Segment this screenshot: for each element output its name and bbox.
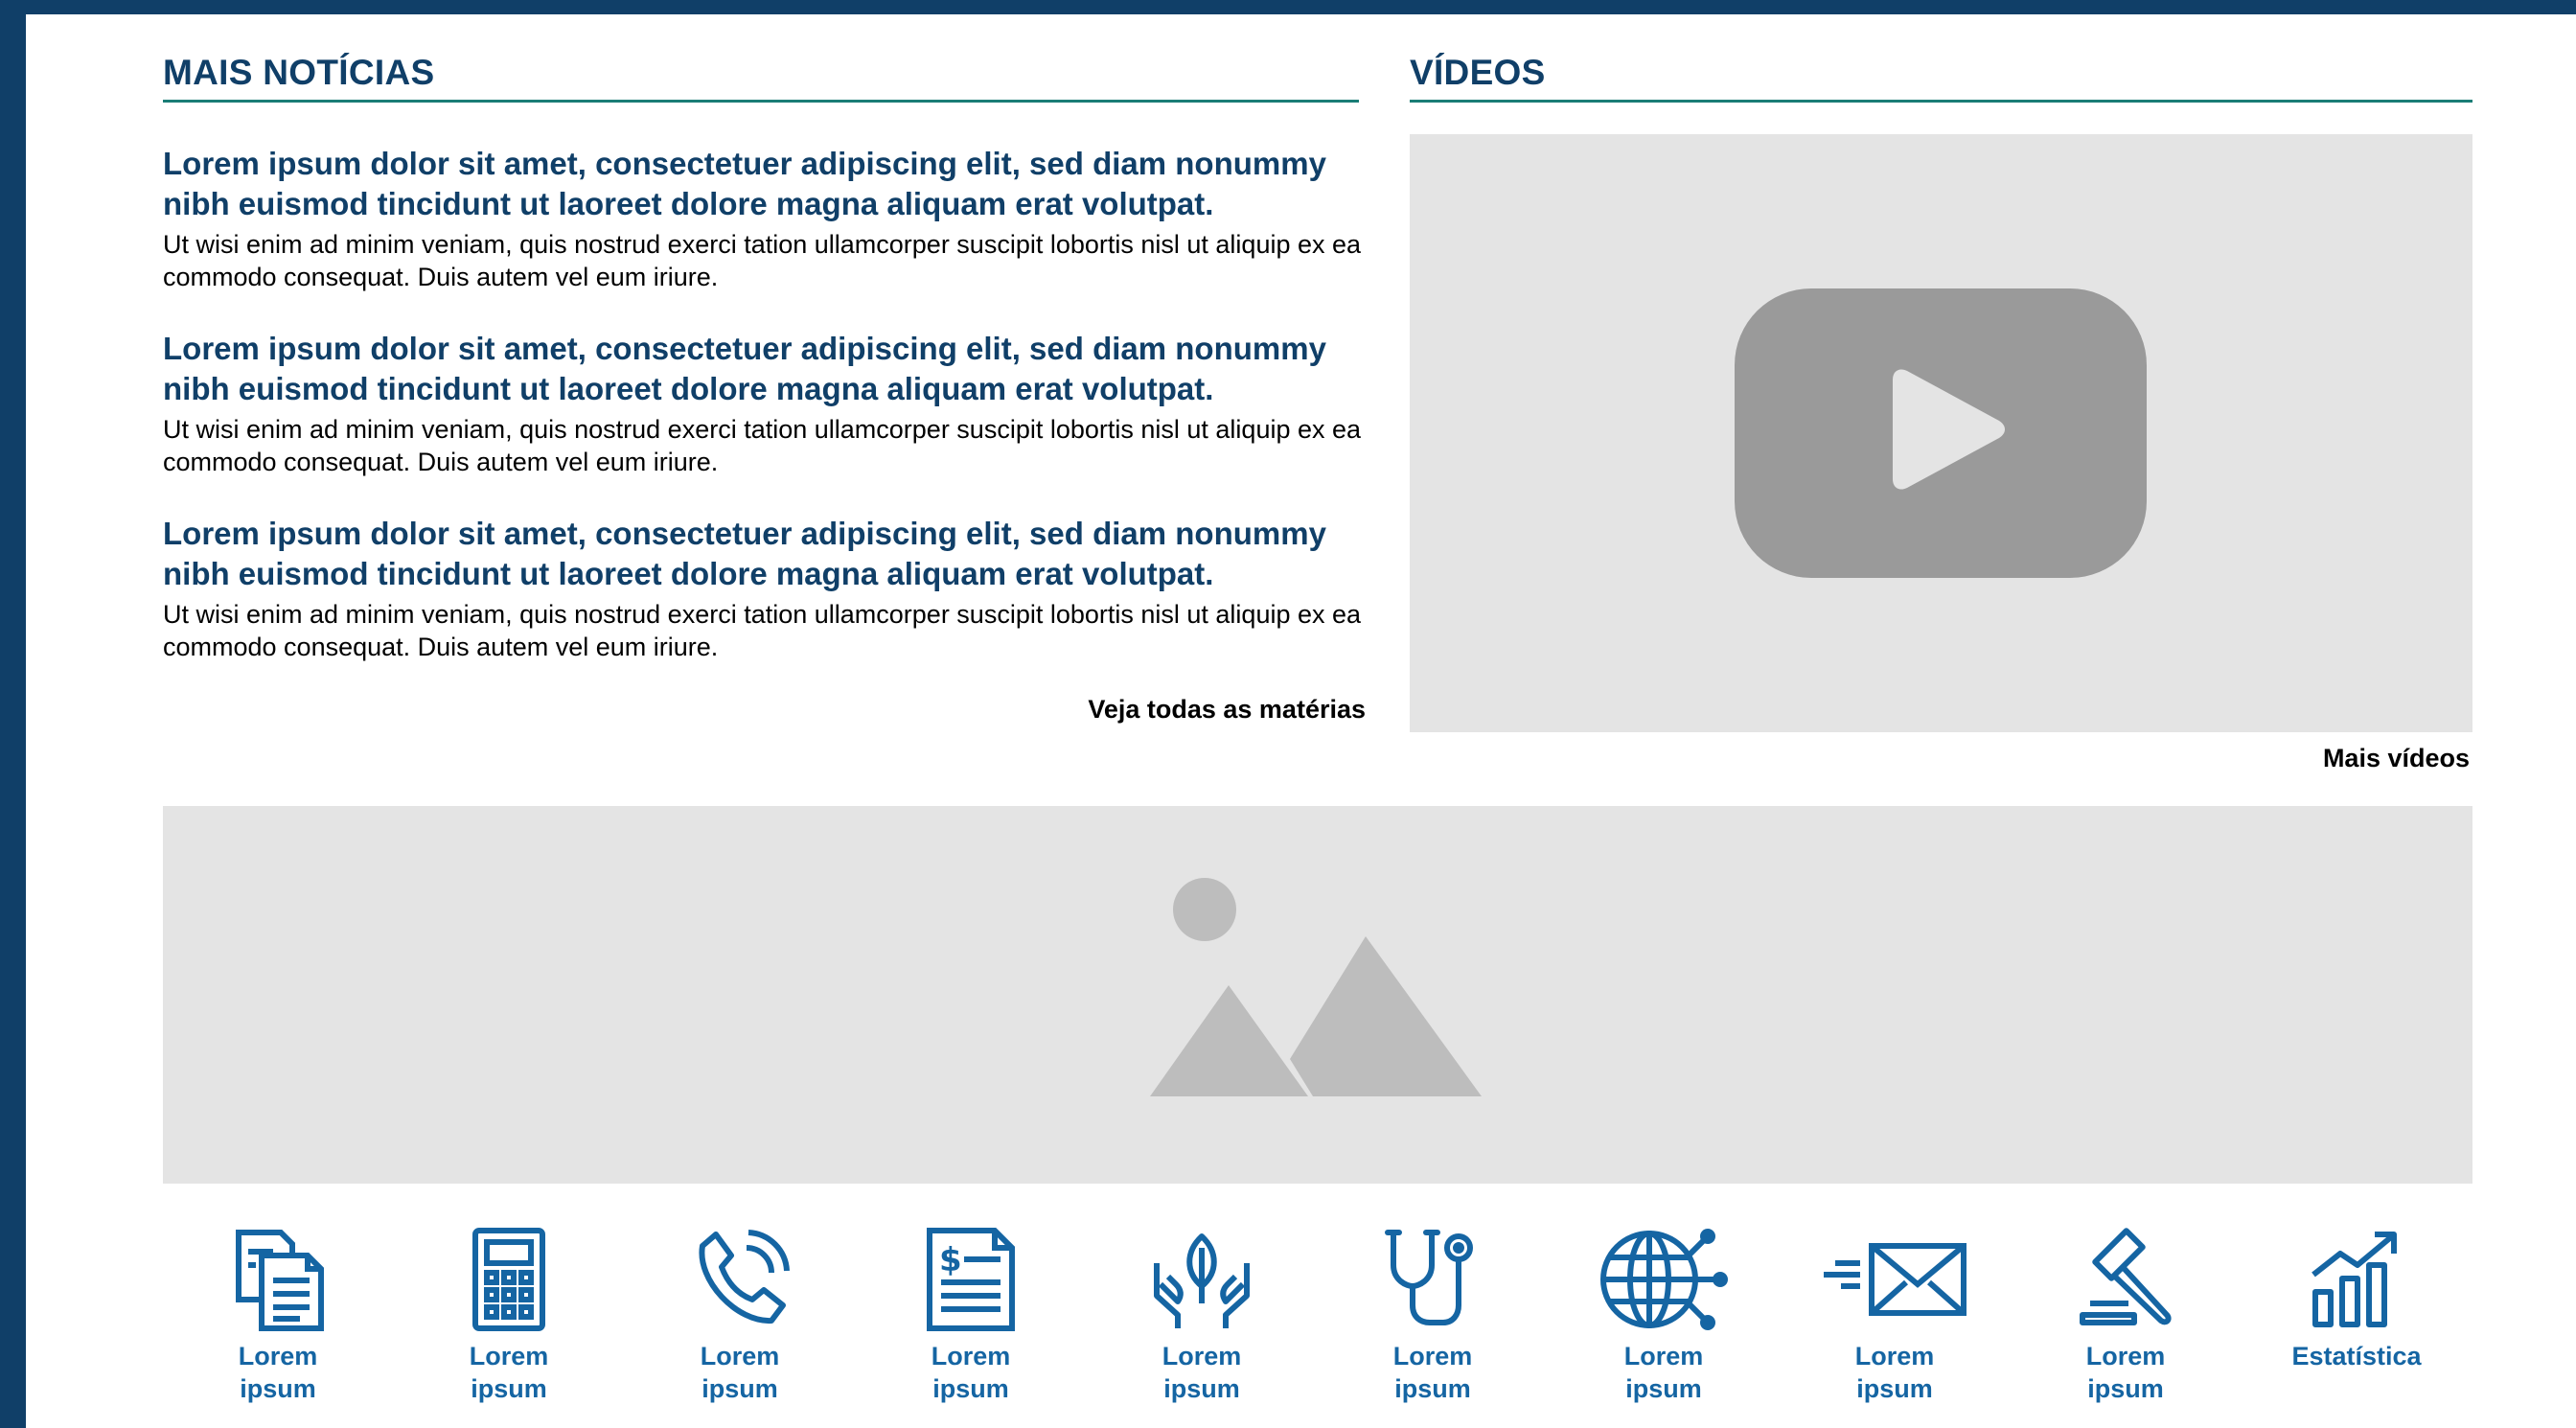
news-summary: Ut wisi enim ad minim veniam, quis nostr…: [163, 415, 1362, 476]
news-item[interactable]: Lorem ipsum dolor sit amet, consectetuer…: [163, 329, 1375, 478]
globe-network-icon: [1600, 1229, 1728, 1330]
more-videos-link[interactable]: Mais vídeos: [2323, 744, 2470, 773]
quick-link-2[interactable]: Lorem ipsum: [394, 1227, 624, 1405]
news-headline[interactable]: Lorem ipsum dolor sit amet, consectetuer…: [163, 329, 1375, 409]
news-section-rule: [163, 100, 1359, 103]
quick-link-6[interactable]: Lorem ipsum: [1318, 1227, 1548, 1405]
quick-link-label: Lorem ipsum: [700, 1342, 780, 1403]
documents-icon: [236, 1230, 324, 1331]
videos-section-rule: [1410, 100, 2472, 103]
news-item[interactable]: Lorem ipsum dolor sit amet, consectetuer…: [163, 514, 1375, 663]
phone-icon: [699, 1230, 790, 1324]
left-frame-bar: [0, 0, 26, 1428]
quick-link-3[interactable]: Lorem ipsum: [625, 1227, 855, 1405]
quick-link-7[interactable]: Lorem ipsum: [1549, 1227, 1779, 1405]
news-item[interactable]: Lorem ipsum dolor sit amet, consectetuer…: [163, 144, 1375, 293]
quick-link-label: Lorem ipsum: [1854, 1342, 1935, 1403]
quick-link-label: Lorem ipsum: [1162, 1342, 1242, 1403]
calculator-icon: [472, 1228, 545, 1331]
quick-link-9[interactable]: Lorem ipsum: [2011, 1227, 2241, 1405]
news-headline[interactable]: Lorem ipsum dolor sit amet, consectetuer…: [163, 144, 1375, 224]
video-player-placeholder[interactable]: [1410, 134, 2472, 732]
news-section-title: MAIS NOTÍCIAS: [163, 53, 435, 92]
all-news-link[interactable]: Veja todas as matérias: [1088, 695, 1366, 725]
chart-growth-icon: [2312, 1232, 2397, 1327]
mail-send-icon: [1824, 1243, 1966, 1316]
svg-text:$: $: [939, 1241, 962, 1279]
videos-section-title: VÍDEOS: [1410, 53, 1546, 92]
quick-link-label: Lorem ipsum: [2085, 1342, 2166, 1403]
quick-link-label: Lorem ipsum: [469, 1342, 549, 1403]
quick-link-1[interactable]: Lorem ipsum: [163, 1227, 393, 1405]
hands-leaf-icon: [1154, 1233, 1250, 1328]
quick-link-label: Lorem ipsum: [1623, 1342, 1704, 1403]
news-headline[interactable]: Lorem ipsum dolor sit amet, consectetuer…: [163, 514, 1375, 594]
gavel-icon: [2080, 1228, 2172, 1325]
play-button-icon[interactable]: [1735, 288, 2147, 578]
quick-link-label: Estatística: [2291, 1342, 2422, 1370]
top-frame-bar: [0, 0, 2576, 14]
quick-link-8[interactable]: Lorem ipsum: [1780, 1227, 2010, 1405]
quick-link-label: Lorem ipsum: [238, 1342, 318, 1403]
stethoscope-icon: [1385, 1230, 1473, 1325]
invoice-icon: $: [927, 1228, 1015, 1331]
quick-link-label: Lorem ipsum: [1392, 1342, 1473, 1403]
quick-link-10[interactable]: Estatística: [2242, 1227, 2472, 1372]
image-placeholder-icon: [1150, 878, 1482, 1096]
quick-link-4[interactable]: $ Lorem ipsum: [856, 1227, 1086, 1405]
quick-link-label: Lorem ipsum: [931, 1342, 1011, 1403]
news-summary: Ut wisi enim ad minim veniam, quis nostr…: [163, 230, 1362, 291]
quick-link-5[interactable]: Lorem ipsum: [1087, 1227, 1317, 1405]
banner-image-placeholder[interactable]: [163, 806, 2472, 1184]
news-summary: Ut wisi enim ad minim veniam, quis nostr…: [163, 600, 1362, 661]
